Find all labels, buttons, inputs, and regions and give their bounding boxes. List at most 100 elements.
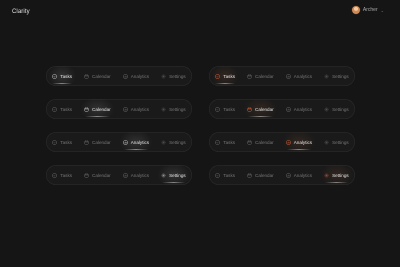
tab-label: Calendar [255,172,274,178]
tab-tasks[interactable]: Tasks [46,132,78,152]
tab-label: Tasks [60,139,73,145]
tab-settings[interactable]: Settings [155,99,192,119]
tab-analytics[interactable]: Analytics [280,66,318,86]
tasks-icon [52,173,57,178]
tab-calendar[interactable]: Calendar [78,99,117,119]
analytics-icon [286,173,291,178]
tab-settings[interactable]: Settings [318,99,355,119]
tab-label: Analytics [293,172,313,178]
tab-bar-mono-row-2: Tasks Calendar Analytics Settings [46,99,192,119]
tab-analytics[interactable]: Analytics [280,165,318,185]
tab-settings[interactable]: Settings [155,132,192,152]
tab-analytics[interactable]: Analytics [117,165,155,185]
analytics-icon [286,140,291,145]
calendar-icon [247,107,252,112]
tab-analytics[interactable]: Analytics [117,99,155,119]
tab-label: Settings [169,73,186,79]
tab-settings[interactable]: Settings [318,132,355,152]
tasks-icon [215,140,220,145]
tab-bar-variants-grid: Tasks Calendar Analytics Settings Tasks … [46,66,355,185]
tab-label: Settings [332,139,349,145]
tab-label: Analytics [293,139,313,145]
calendar-icon [84,107,89,112]
tab-label: Settings [169,139,186,145]
tab-settings[interactable]: Settings [155,165,192,185]
gear-icon [161,107,166,112]
tab-label: Settings [332,73,349,79]
tasks-icon [52,74,57,79]
tab-calendar[interactable]: Calendar [78,132,117,152]
tab-bar-mono-row-1: Tasks Calendar Analytics Settings [46,66,192,86]
tab-calendar[interactable]: Calendar [78,66,117,86]
tab-label: Settings [332,172,349,178]
tab-calendar[interactable]: Calendar [241,132,280,152]
tab-tasks[interactable]: Tasks [209,99,241,119]
tab-settings[interactable]: Settings [318,165,355,185]
tab-calendar[interactable]: Calendar [78,165,117,185]
analytics-icon [123,107,128,112]
tab-analytics[interactable]: Analytics [116,132,156,152]
tab-label: Tasks [223,73,236,79]
tasks-icon [215,173,220,178]
tab-label: Calendar [255,106,274,112]
tab-settings[interactable]: Settings [155,66,192,86]
gear-icon [324,140,329,145]
tasks-icon [52,107,57,112]
tab-calendar[interactable]: Calendar [241,165,280,185]
tab-label: Settings [332,106,349,112]
calendar-icon [247,74,252,79]
tab-tasks[interactable]: Tasks [209,66,242,86]
tab-label: Calendar [255,139,274,145]
chevron-down-icon: ⌄ [380,7,384,13]
tab-tasks[interactable]: Tasks [46,66,79,86]
tab-calendar[interactable]: Calendar [241,66,280,86]
tab-label: Calendar [92,172,111,178]
tab-bar-accent-row-2: Tasks Calendar Analytics Settings [209,99,355,119]
tab-bar-accent-row-3: Tasks Calendar Analytics Settings [209,132,355,152]
gear-icon [324,74,329,79]
tab-label: Analytics [130,106,150,112]
tab-analytics[interactable]: Analytics [279,132,319,152]
tab-tasks[interactable]: Tasks [46,165,78,185]
tab-label: Analytics [130,73,150,79]
tab-bar-mono-row-3: Tasks Calendar Analytics Settings [46,132,192,152]
tab-label: Calendar [255,73,274,79]
tab-analytics[interactable]: Analytics [117,66,155,86]
calendar-icon [84,74,89,79]
tab-label: Tasks [223,139,236,145]
analytics-icon [286,107,291,112]
gear-icon [161,173,166,178]
calendar-icon [247,173,252,178]
calendar-icon [84,173,89,178]
tab-label: Tasks [60,73,73,79]
analytics-icon [123,173,128,178]
tab-label: Calendar [92,73,111,79]
tasks-icon [52,140,57,145]
tab-label: Tasks [223,106,236,112]
app-title: Clarity [12,9,30,15]
tab-bar-accent-row-4: Tasks Calendar Analytics Settings [209,165,355,185]
tab-tasks[interactable]: Tasks [209,132,241,152]
tab-settings[interactable]: Settings [318,66,355,86]
calendar-icon [247,140,252,145]
analytics-icon [123,140,128,145]
gear-icon [324,173,329,178]
tab-label: Calendar [92,139,111,145]
account-menu[interactable]: Archer ⌄ [351,6,384,14]
analytics-icon [123,74,128,79]
tab-analytics[interactable]: Analytics [280,99,318,119]
tab-tasks[interactable]: Tasks [46,99,78,119]
gear-icon [161,74,166,79]
tab-label: Tasks [60,172,73,178]
tab-label: Analytics [130,139,150,145]
tab-tasks[interactable]: Tasks [209,165,241,185]
tab-label: Analytics [130,172,150,178]
avatar[interactable] [351,6,360,14]
tab-label: Tasks [223,172,236,178]
account-name: Archer [362,7,378,13]
tab-label: Analytics [293,73,313,79]
tab-calendar[interactable]: Calendar [241,99,280,119]
gear-icon [324,107,329,112]
analytics-icon [286,74,291,79]
tab-label: Analytics [293,106,313,112]
